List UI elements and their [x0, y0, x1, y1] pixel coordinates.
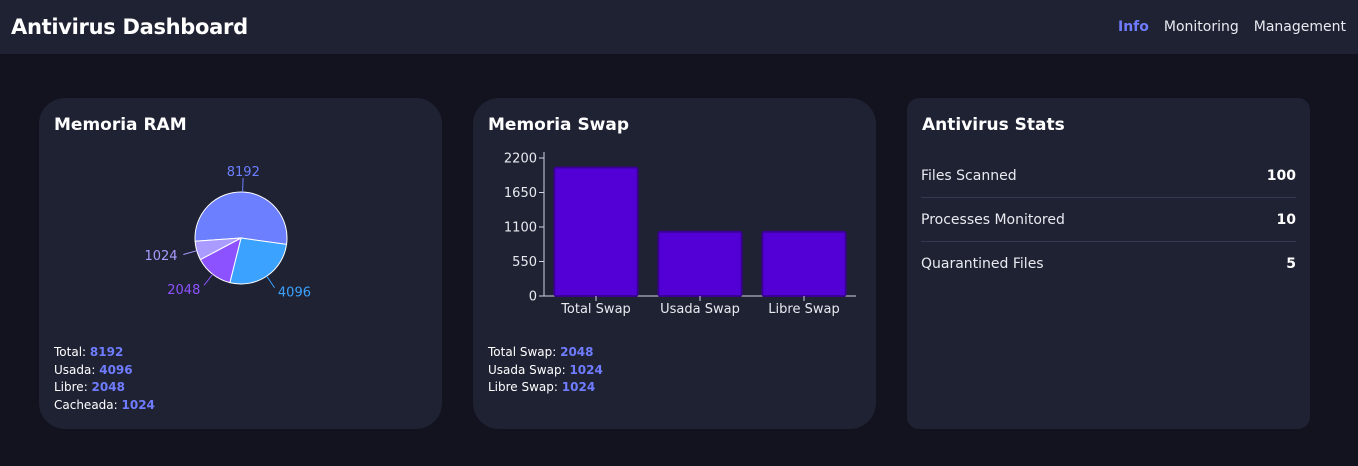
x-tick-label: Total Swap: [560, 302, 631, 317]
y-tick-label: 2200: [504, 152, 537, 167]
pie-label-line: [266, 275, 275, 289]
pie-slice-total: [194, 191, 288, 245]
nav-monitoring[interactable]: Monitoring: [1164, 19, 1239, 35]
ram-legend-free: Libre: 2048: [54, 380, 125, 394]
stat-row-quarantined-files: Quarantined Files 5: [921, 256, 1296, 272]
swap-legend-used: Usada Swap: 1024: [488, 362, 603, 377]
swap-legend-total: Total Swap: 2048: [488, 345, 594, 359]
nav-info[interactable]: Info: [1118, 19, 1149, 35]
ram-legend-total: Total: 8192: [54, 345, 124, 359]
x-tick-label: Usada Swap: [660, 302, 740, 317]
ram-legend-cached: Cacheada: 1024: [54, 397, 155, 412]
pie-label-value: 4096: [278, 286, 311, 301]
stat-row-processes-monitored: Processes Monitored 10: [921, 198, 1296, 242]
swap-card: Memoria Swap 0 550 1100 1650 2200 Total Swap U…: [473, 98, 876, 429]
x-tick-label: Libre Swap: [768, 302, 839, 317]
stats-card-title: Antivirus Stats: [922, 115, 1065, 135]
app-title: Antivirus Dashboard: [11, 15, 248, 39]
pie-label-value: 2048: [167, 283, 200, 298]
y-tick-label: 0: [529, 290, 537, 305]
top-bar: Antivirus Dashboard Info Monitoring Mana…: [0, 0, 1358, 54]
y-tick-label: 550: [512, 255, 537, 270]
ram-legend: Total: 8192 Usada: 4096 Libre: 2048 Cach…: [54, 344, 155, 414]
pie-label-line: [183, 250, 197, 256]
stats-list: Files Scanned 100 Processes Monitored 10…: [921, 154, 1296, 286]
y-tick-label: 1100: [504, 221, 537, 236]
swap-legend-free: Libre Swap: 1024: [488, 380, 596, 394]
stat-row-files-scanned: Files Scanned 100: [921, 154, 1296, 198]
pie-label-value: 1024: [144, 249, 177, 264]
main-nav: Info Monitoring Management: [1118, 19, 1346, 35]
nav-management[interactable]: Management: [1254, 19, 1346, 35]
ram-legend-used: Usada: 4096: [54, 362, 133, 377]
pie-label-line: [203, 273, 214, 286]
swap-legend: Total Swap: 2048 Usada Swap: 1024 Libre …: [488, 344, 603, 397]
pie-label-value: 8192: [227, 165, 260, 180]
stats-card: Antivirus Stats Files Scanned 100 Proces…: [907, 98, 1310, 429]
y-tick-label: 1650: [504, 186, 537, 201]
bar-libre-swap: [761, 230, 847, 297]
bar-total-swap: [553, 166, 639, 297]
ram-card: Memoria RAM 8192 4096 2048 1024 Total: 8192…: [39, 98, 442, 429]
bar-usada-swap: [657, 230, 743, 297]
